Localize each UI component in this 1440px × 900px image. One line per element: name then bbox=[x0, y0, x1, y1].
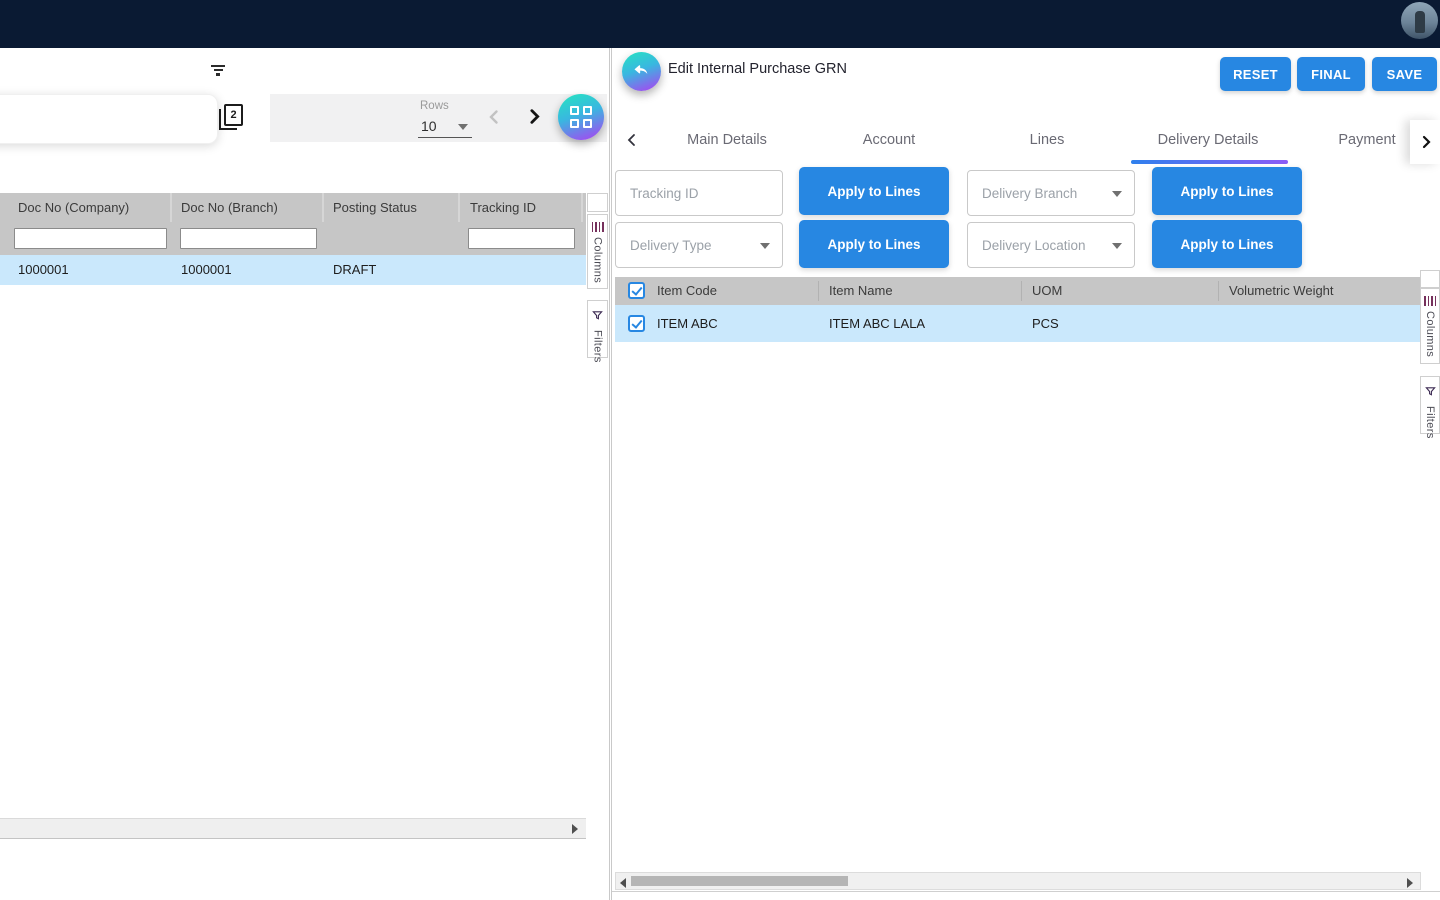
delivery-location-placeholder: Delivery Location bbox=[982, 238, 1086, 253]
tab-account[interactable]: Account bbox=[824, 120, 954, 164]
cell-item-code: ITEM ABC bbox=[657, 305, 718, 342]
column-header-tracking-id[interactable]: Tracking ID bbox=[470, 193, 536, 222]
apply-to-lines-location-button[interactable]: Apply to Lines bbox=[1152, 220, 1302, 268]
filters-side-tab-label: Filters bbox=[1424, 406, 1436, 439]
column-header-item-name[interactable]: Item Name bbox=[829, 277, 893, 305]
filter-lines-icon[interactable] bbox=[210, 65, 226, 79]
column-header-uom[interactable]: UOM bbox=[1032, 277, 1062, 305]
left-table-filter-row bbox=[0, 222, 586, 255]
search-box bbox=[0, 94, 218, 144]
search-input[interactable] bbox=[7, 103, 161, 135]
scroll-left-icon[interactable] bbox=[620, 878, 626, 888]
filters-side-tab-label: Filters bbox=[592, 330, 604, 363]
apply-to-lines-type-button[interactable]: Apply to Lines bbox=[799, 220, 949, 268]
chevron-down-icon bbox=[458, 124, 468, 130]
chevron-down-icon bbox=[1112, 243, 1122, 249]
column-header-item-code[interactable]: Item Code bbox=[657, 277, 717, 305]
reset-button[interactable]: RESET bbox=[1220, 57, 1291, 91]
columns-icon bbox=[592, 222, 604, 232]
table-row[interactable]: 1000001 1000001 DRAFT bbox=[0, 255, 586, 285]
rows-label: Rows bbox=[420, 100, 449, 112]
row-checkbox[interactable] bbox=[628, 315, 645, 332]
previous-page-icon[interactable] bbox=[486, 109, 502, 130]
horizontal-scrollbar[interactable] bbox=[615, 872, 1421, 890]
scroll-right-icon[interactable] bbox=[1407, 878, 1413, 888]
cell-uom: PCS bbox=[1032, 305, 1059, 342]
columns-icon bbox=[1424, 296, 1436, 306]
tracking-id-input[interactable] bbox=[615, 170, 783, 216]
columns-side-tab-label: Columns bbox=[592, 237, 604, 283]
cell-doc-no-company: 1000001 bbox=[18, 255, 69, 285]
edit-grn-panel: Edit Internal Purchase GRN RESET FINAL S… bbox=[612, 48, 1440, 900]
apply-to-lines-branch-button[interactable]: Apply to Lines bbox=[1152, 167, 1302, 215]
lines-table-header: Item Code Item Name UOM Volumetric Weigh… bbox=[615, 277, 1421, 305]
scrollbar-corner bbox=[1420, 270, 1440, 288]
tab-main-details[interactable]: Main Details bbox=[662, 120, 792, 164]
column-header-doc-no-branch[interactable]: Doc No (Branch) bbox=[181, 193, 278, 222]
table-row[interactable]: ITEM ABC ITEM ABC LALA PCS bbox=[615, 305, 1421, 342]
back-arrow-icon bbox=[630, 61, 652, 81]
scroll-right-icon[interactable] bbox=[572, 824, 578, 834]
tabs-scroll-right[interactable] bbox=[1410, 120, 1440, 164]
chevron-right-icon bbox=[1419, 135, 1433, 149]
select-all-checkbox[interactable] bbox=[628, 282, 645, 299]
apply-to-lines-tracking-button[interactable]: Apply to Lines bbox=[799, 167, 949, 215]
tab-payment[interactable]: Payment bbox=[1312, 120, 1422, 164]
column-header-doc-no-company[interactable]: Doc No (Company) bbox=[18, 193, 129, 222]
cell-item-name: ITEM ABC LALA bbox=[829, 305, 925, 342]
cell-doc-no-branch: 1000001 bbox=[181, 255, 232, 285]
pagination-toolbar: Rows 10 bbox=[270, 94, 607, 142]
tabs-scroll-left-icon[interactable] bbox=[625, 133, 639, 152]
panel-bottom-border bbox=[612, 891, 1440, 892]
tab-delivery-details[interactable]: Delivery Details bbox=[1143, 120, 1273, 164]
rows-per-page-value: 10 bbox=[421, 118, 437, 134]
column-header-posting-status[interactable]: Posting Status bbox=[333, 193, 417, 222]
next-page-icon[interactable] bbox=[526, 108, 543, 130]
filter-input-doc-no-company[interactable] bbox=[14, 228, 167, 249]
delivery-location-select[interactable]: Delivery Location bbox=[967, 222, 1135, 268]
filter-input-tracking-id[interactable] bbox=[468, 228, 575, 249]
save-button[interactable]: SAVE bbox=[1372, 57, 1437, 91]
delivery-branch-placeholder: Delivery Branch bbox=[982, 186, 1077, 201]
document-list-panel: 2 Rows 10 Doc No (Company) Doc No (Branc… bbox=[0, 48, 609, 900]
horizontal-scrollbar[interactable] bbox=[0, 818, 586, 839]
chevron-down-icon bbox=[1112, 191, 1122, 197]
columns-side-tab-label: Columns bbox=[1424, 311, 1436, 357]
rows-per-page-select[interactable]: 10 bbox=[418, 116, 472, 138]
column-divider bbox=[1218, 281, 1219, 301]
columns-side-tab[interactable]: Columns bbox=[1420, 288, 1440, 364]
filter-2-front-shape: 2 bbox=[224, 104, 243, 126]
final-button[interactable]: FINAL bbox=[1297, 57, 1365, 91]
filter-input-doc-no-branch[interactable] bbox=[180, 228, 317, 249]
grid-icon bbox=[570, 106, 592, 128]
left-table-header: Doc No (Company) Doc No (Branch) Posting… bbox=[0, 193, 586, 222]
delivery-type-select[interactable]: Delivery Type bbox=[615, 222, 783, 268]
columns-side-tab[interactable]: Columns bbox=[587, 214, 608, 289]
back-button[interactable] bbox=[622, 52, 661, 91]
scrollbar-thumb[interactable] bbox=[631, 876, 848, 886]
filters-side-tab[interactable]: Filters bbox=[1420, 376, 1440, 434]
chevron-down-icon bbox=[760, 243, 770, 249]
delivery-branch-select[interactable]: Delivery Branch bbox=[967, 170, 1135, 216]
filter-funnel-icon bbox=[1425, 384, 1436, 402]
column-divider bbox=[818, 281, 819, 301]
user-avatar[interactable] bbox=[1401, 2, 1438, 39]
page-title: Edit Internal Purchase GRN bbox=[668, 61, 847, 77]
filters-side-tab[interactable]: Filters bbox=[587, 300, 608, 358]
tab-lines[interactable]: Lines bbox=[982, 120, 1112, 164]
cell-posting-status: DRAFT bbox=[333, 255, 376, 285]
top-navigation-bar bbox=[0, 0, 1440, 48]
filter-funnel-icon bbox=[592, 308, 603, 326]
app-root: 2 Rows 10 Doc No (Company) Doc No (Branc… bbox=[0, 0, 1440, 900]
column-divider bbox=[1021, 281, 1022, 301]
active-tab-underline bbox=[1131, 160, 1288, 164]
tab-bar: Main Details Account Lines Delivery Deta… bbox=[612, 120, 1440, 164]
filter-2-icon[interactable]: 2 bbox=[219, 104, 243, 131]
column-header-volumetric-weight[interactable]: Volumetric Weight bbox=[1229, 277, 1334, 305]
delivery-type-placeholder: Delivery Type bbox=[630, 238, 712, 253]
grid-view-button[interactable] bbox=[558, 94, 604, 140]
scrollbar-corner bbox=[587, 193, 608, 212]
